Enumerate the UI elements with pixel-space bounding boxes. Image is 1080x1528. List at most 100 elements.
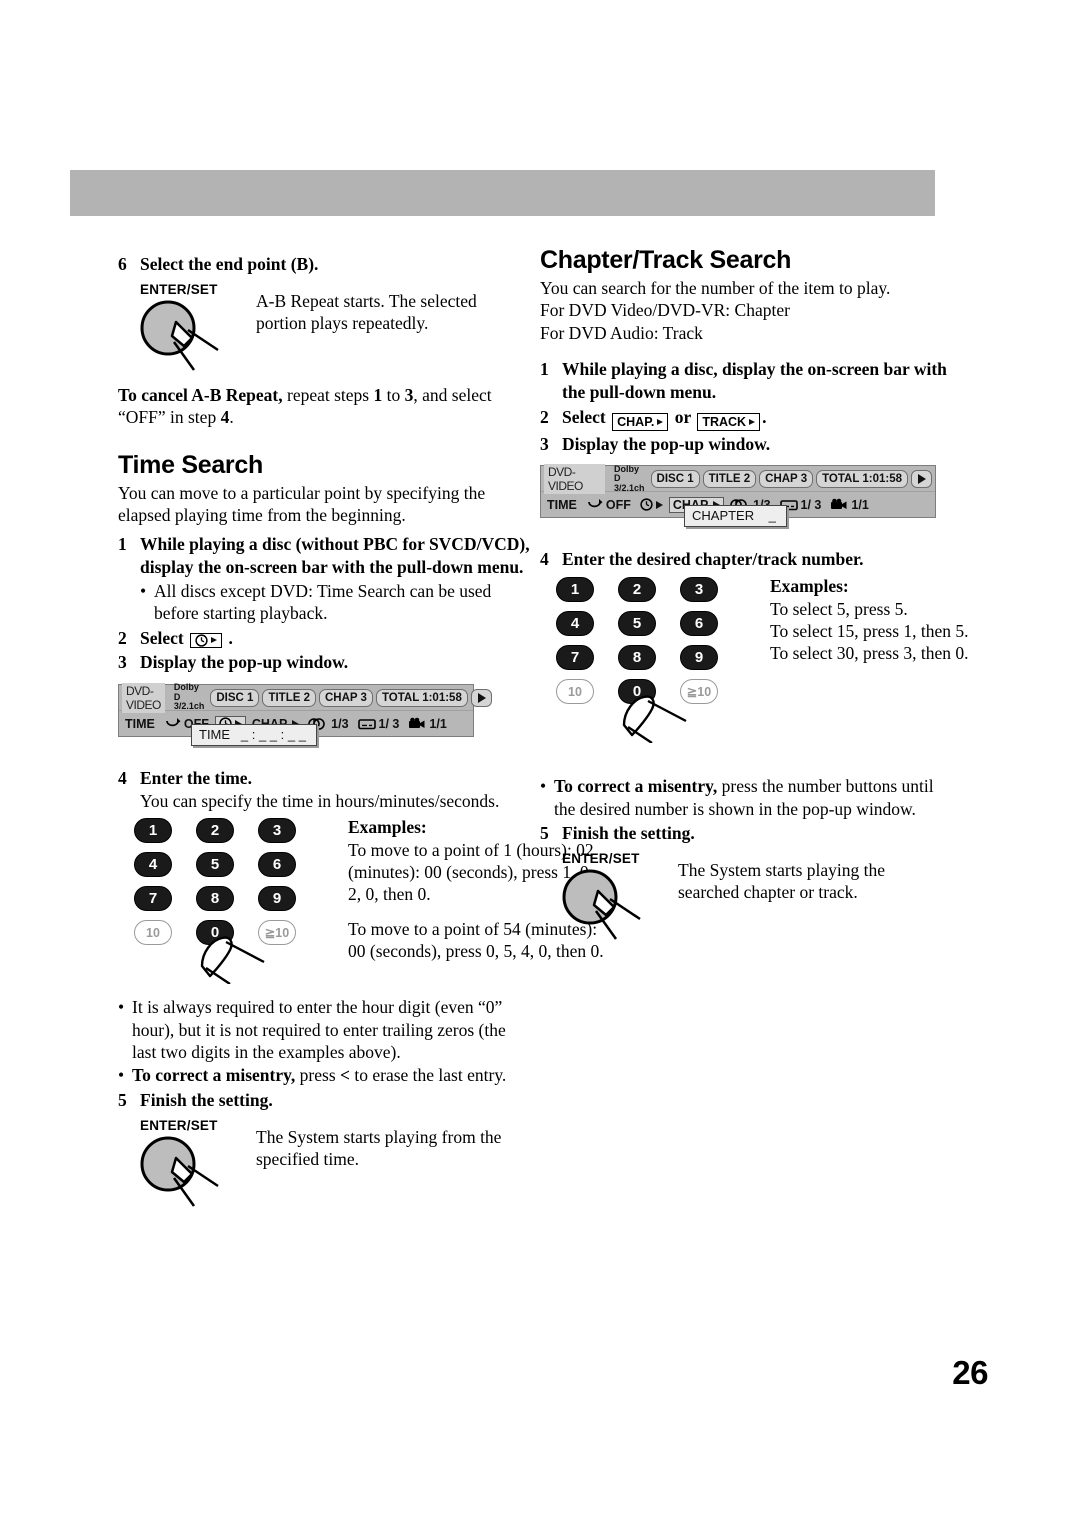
key-8[interactable]: 8 (196, 886, 234, 912)
osd-chip-disc[interactable]: DISC 1 (210, 688, 260, 707)
time-popup-window[interactable]: TIME _ : _ _ : _ _ (191, 724, 317, 747)
time-search-step-2: 2 Select . (118, 627, 530, 650)
key-4[interactable]: 4 (556, 611, 594, 637)
step-text: While playing a disc, display the on-scr… (562, 359, 947, 402)
time-search-step-1: 1 While playing a disc (without PBC for … (118, 533, 530, 579)
osd-repeat-cell[interactable]: OFF (583, 498, 634, 512)
right-arrow-icon (749, 418, 756, 425)
osd-time-label[interactable]: TIME (122, 717, 158, 731)
page-number: 26 (952, 1354, 988, 1391)
key-7[interactable]: 7 (556, 645, 594, 671)
osd-chip-total-time[interactable]: TOTAL 1:01:58 (375, 688, 468, 707)
pointing-finger-icon (190, 922, 280, 989)
cancel-note-num-1: 1 (373, 384, 383, 405)
key-2[interactable]: 2 (196, 818, 234, 844)
key-1[interactable]: 1 (134, 818, 172, 844)
keypad-row: 7 8 9 (134, 886, 329, 912)
osd-angle-value: 1/1 (851, 497, 869, 512)
key-3[interactable]: 3 (258, 818, 296, 844)
osd-angle-cell[interactable]: 1/1 (827, 498, 871, 512)
key-9[interactable]: 9 (258, 886, 296, 912)
step-number: 2 (118, 627, 127, 648)
osd-time-label[interactable]: TIME (544, 498, 580, 512)
step-number: 1 (118, 534, 127, 555)
misentry-bold: To correct a misentry, (554, 776, 718, 797)
keypad-block-chapter: 1 2 3 4 5 6 7 8 9 10 0 ≧10 Examples: To … (540, 576, 969, 745)
step-number: 6 (118, 254, 127, 274)
chapter-track-intro-2: For DVD Video/DVD-VR: Chapter (540, 300, 790, 321)
chapter-search-icon-button[interactable]: CHAP. (612, 412, 669, 431)
key-1[interactable]: 1 (556, 577, 594, 603)
osd-top-row: DVD-VIDEO Dolby D 3/2.1ch DISC 1 TITLE 2… (119, 682, 492, 713)
osd-chip-disc[interactable]: DISC 1 (650, 469, 700, 488)
chapter-track-misentry-note: • To correct a misentry, press the numbe… (540, 775, 952, 820)
step-number: 3 (118, 652, 127, 673)
time-search-icon-button[interactable] (190, 632, 223, 648)
osd-chip-title[interactable]: TITLE 2 (262, 688, 316, 707)
osd-time-search-cell[interactable] (637, 498, 666, 512)
step-text-after: . (228, 627, 233, 648)
note-text: It is always required to enter the hour … (132, 997, 506, 1063)
enter-set-knob-icon[interactable] (132, 298, 242, 383)
key-6[interactable]: 6 (258, 852, 296, 878)
step-text: Enter the desired chapter/track number. (562, 549, 864, 570)
step-number: 4 (540, 549, 549, 570)
osd-audio-format-line2: 3/2.1ch (173, 701, 205, 712)
time-search-step-4: 4 Enter the time. (118, 767, 530, 790)
key-6[interactable]: 6 (680, 611, 718, 637)
osd-subtitle-value: 1/ 3 (800, 497, 822, 512)
key-7[interactable]: 7 (134, 886, 172, 912)
step-text-after: . (762, 406, 767, 427)
bullet-dot: • (118, 1065, 125, 1086)
enter-set-knob-icon[interactable] (554, 867, 664, 952)
chapter-track-intro-1: You can search for the number of the ite… (540, 278, 891, 298)
keypad-row: 7 8 9 (556, 645, 751, 671)
step-number: 3 (540, 433, 549, 454)
play-icon (477, 692, 486, 703)
key-5[interactable]: 5 (196, 852, 234, 878)
osd-repeat-value: OFF (605, 497, 631, 512)
right-arrow-icon (211, 637, 218, 644)
bullet-dot: • (140, 580, 147, 601)
osd-play-button[interactable] (470, 688, 492, 707)
key-3[interactable]: 3 (680, 577, 718, 603)
key-10[interactable]: 10 (134, 920, 172, 946)
osd-chip-title[interactable]: TITLE 2 (702, 469, 757, 488)
osd-chip-chapter[interactable]: CHAP 3 (759, 469, 814, 488)
chapter-popup-window[interactable]: CHAPTER _ (684, 505, 787, 528)
cancel-note-rest-1: repeat steps (282, 384, 374, 405)
osd-audio-format-line1: Dolby D (614, 463, 640, 484)
examples-line-3: To select 30, press 3, then 0. (770, 643, 969, 664)
key-9[interactable]: 9 (680, 645, 718, 671)
misentry-key: < (340, 1065, 350, 1086)
subtitle-icon (357, 718, 376, 729)
osd-angle-cell[interactable]: 1/1 (405, 717, 449, 731)
key-4[interactable]: 4 (134, 852, 172, 878)
track-label: TRACK (702, 414, 747, 429)
osd-subtitle-cell[interactable]: 1/ 3 (355, 717, 403, 731)
step-text-or: or (674, 406, 691, 427)
key-10[interactable]: 10 (556, 679, 594, 705)
cancel-ab-repeat-note: To cancel A-B Repeat, repeat steps 1 to … (118, 384, 530, 429)
cancel-note-bold: To cancel A-B Repeat, (118, 384, 283, 405)
osd-chip-total-time[interactable]: TOTAL 1:01:58 (816, 469, 908, 488)
key-2[interactable]: 2 (618, 577, 656, 603)
osd-top-row: DVD-VIDEO Dolby D 3/2.1ch DISC 1 TITLE 2… (541, 463, 935, 494)
track-search-icon-button[interactable]: TRACK (697, 412, 761, 431)
misentry-rest-b: to erase the last entry. (350, 1065, 507, 1086)
key-5[interactable]: 5 (618, 611, 656, 637)
examples-heading: Examples: (770, 576, 849, 597)
step-text: Select (140, 627, 184, 648)
bullet-dot: • (540, 776, 547, 797)
chapter-track-examples: Examples: To select 5, press 5. To selec… (770, 575, 1030, 665)
page-header-bar (70, 170, 935, 216)
osd-chip-chapter[interactable]: CHAP 3 (318, 688, 373, 707)
step-number: 5 (118, 1089, 127, 1110)
key-8[interactable]: 8 (618, 645, 656, 671)
misentry-bold: To correct a misentry, (132, 1065, 296, 1086)
step-text: Display the pop-up window. (140, 652, 349, 673)
right-column: Chapter/Track Search You can search for … (540, 246, 969, 947)
time-search-step-3: 3 Display the pop-up window. (118, 651, 530, 674)
osd-play-button[interactable] (911, 469, 932, 488)
enter-set-knob-icon[interactable] (132, 1134, 242, 1219)
